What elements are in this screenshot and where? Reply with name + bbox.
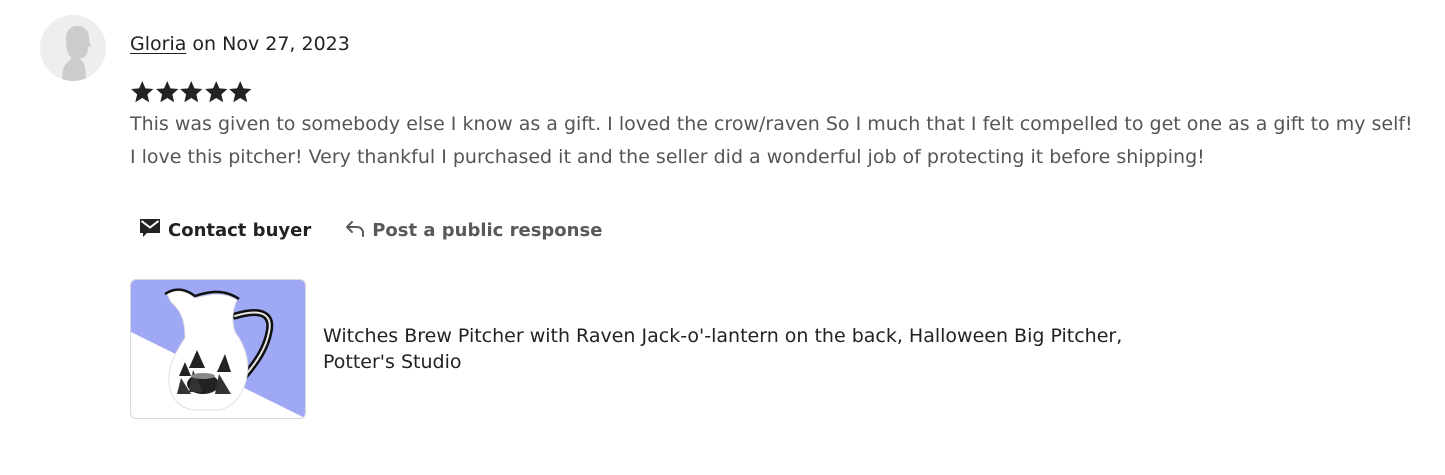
post-public-response-label: Post a public response [372,219,603,241]
reply-arrow-icon [345,218,365,243]
product-thumbnail[interactable] [130,279,306,419]
star-icon [204,80,227,103]
review-header: Gloria on Nov 27, 2023 [130,31,350,57]
star-icon [229,80,252,103]
star-icon [180,80,203,103]
review-date: on Nov 27, 2023 [192,33,350,55]
review-actions: Contact buyer Post a public response [130,212,612,248]
star-rating [130,79,253,105]
envelope-icon [139,218,161,243]
product-title-link[interactable]: Witches Brew Pitcher with Raven Jack-o'-… [323,323,1193,375]
default-avatar-icon [40,15,106,81]
review-text: This was given to somebody else I know a… [130,113,1413,168]
star-icon [131,80,154,103]
review-card: Gloria on Nov 27, 2023 This was given to… [0,0,1445,475]
reviewer-name-link[interactable]: Gloria [130,33,186,55]
reviewer-avatar[interactable] [40,15,106,81]
star-icon [155,80,178,103]
purchased-item: Witches Brew Pitcher with Raven Jack-o'-… [130,279,1193,419]
pitcher-product-image [131,280,305,418]
contact-buyer-button[interactable]: Contact buyer [130,212,321,248]
contact-buyer-label: Contact buyer [168,219,312,241]
post-public-response-button[interactable]: Post a public response [335,212,612,248]
